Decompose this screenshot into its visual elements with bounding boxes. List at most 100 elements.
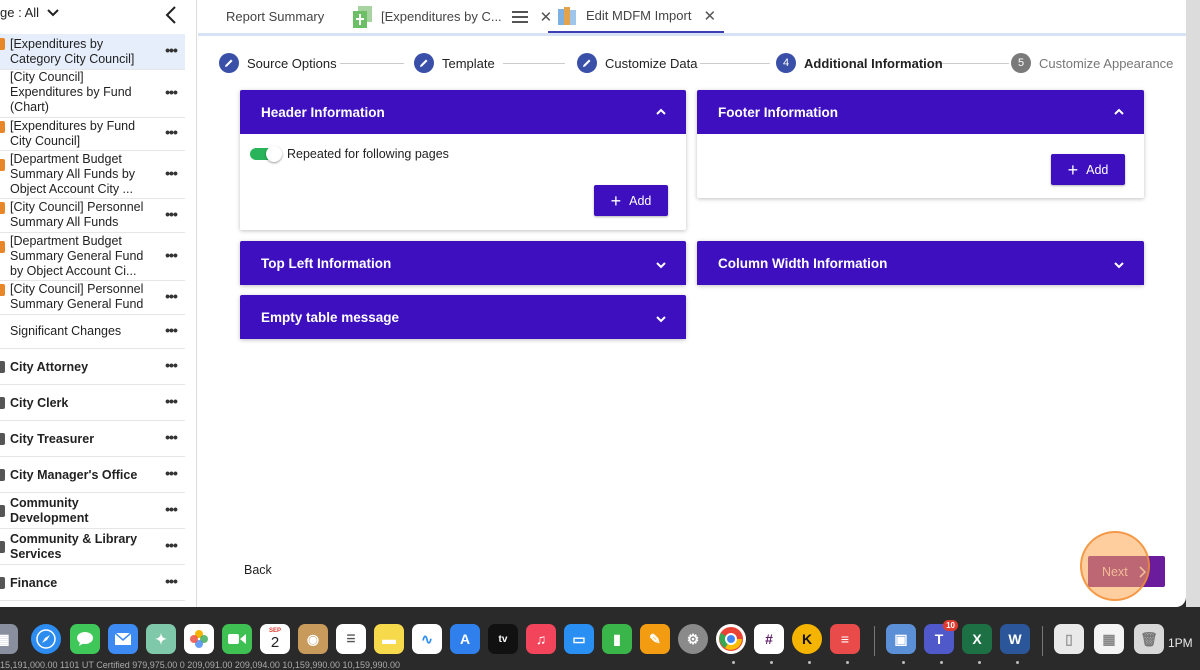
- folder-marker-icon: [0, 396, 5, 409]
- more-options-icon[interactable]: •••: [163, 466, 179, 483]
- back-button[interactable]: Back: [244, 563, 272, 577]
- chevron-down-icon[interactable]: [654, 312, 668, 326]
- tab-edit-mdfm-import[interactable]: Edit MDFM Import ✕: [548, 0, 725, 33]
- more-options-icon[interactable]: •••: [163, 358, 179, 375]
- safari-icon[interactable]: [31, 624, 61, 654]
- step-connector: [340, 63, 404, 64]
- add-header-button[interactable]: + Add: [594, 185, 668, 216]
- calendar-file-icon[interactable]: ▦: [1094, 624, 1124, 654]
- slack-icon[interactable]: #: [754, 624, 784, 654]
- tab-report-summary[interactable]: Report Summary: [226, 0, 324, 33]
- sidebar-item[interactable]: [City Council] Personnel Summary General…: [0, 281, 185, 315]
- step-customize-appearance[interactable]: 5 Customize Appearance: [1011, 53, 1173, 73]
- messages-icon[interactable]: [70, 624, 100, 654]
- document-icon[interactable]: ▯: [1054, 624, 1084, 654]
- chevron-up-icon[interactable]: [654, 105, 668, 119]
- sidebar-item[interactable]: [City Council] Personnel Summary All Fun…: [0, 199, 185, 233]
- more-options-icon[interactable]: •••: [163, 502, 179, 519]
- step-connector: [700, 63, 770, 64]
- pencil-icon: [577, 53, 597, 73]
- sidebar-item[interactable]: [Department Budget Summary General Fund …: [0, 233, 185, 281]
- sidebar-item[interactable]: Community & Library Services •••: [0, 529, 185, 565]
- more-options-icon[interactable]: •••: [163, 125, 179, 142]
- pdf-app-icon[interactable]: ≡: [830, 624, 860, 654]
- next-button[interactable]: Next: [1088, 556, 1165, 587]
- more-options-icon[interactable]: •••: [163, 574, 179, 591]
- preview-icon[interactable]: ▣: [886, 624, 916, 654]
- close-icon[interactable]: ✕: [703, 7, 716, 25]
- step-additional-information[interactable]: 4 Additional Information: [776, 53, 943, 73]
- system-settings-icon[interactable]: ⚙: [678, 624, 708, 654]
- sidebar-item[interactable]: [Department Budget Summary All Funds by …: [0, 151, 185, 199]
- excel-icon[interactable]: X: [962, 624, 992, 654]
- maps-icon[interactable]: ✦: [146, 624, 176, 654]
- keynote-icon[interactable]: ▭: [564, 624, 594, 654]
- page-filter[interactable]: ge : All: [0, 5, 39, 20]
- step-customize-data[interactable]: Customize Data: [577, 53, 697, 73]
- more-options-icon[interactable]: •••: [163, 248, 179, 265]
- report-marker-icon: [0, 241, 5, 253]
- music-icon[interactable]: ♫: [526, 624, 556, 654]
- more-options-icon[interactable]: •••: [163, 289, 179, 306]
- step-template[interactable]: Template: [414, 53, 495, 73]
- sidebar-item[interactable]: Community Development •••: [0, 493, 185, 529]
- chevron-up-icon[interactable]: [1112, 105, 1126, 119]
- sidebar-item[interactable]: City Clerk •••: [0, 385, 185, 421]
- chevron-down-icon[interactable]: [46, 6, 60, 20]
- panel-header[interactable]: Empty table message: [240, 295, 686, 339]
- panel-header[interactable]: Footer Information: [697, 90, 1144, 134]
- more-options-icon[interactable]: •••: [163, 43, 179, 60]
- repeat-toggle[interactable]: [250, 146, 282, 162]
- keeper-icon[interactable]: K: [792, 624, 822, 654]
- sidebar-item[interactable]: City Treasurer •••: [0, 421, 185, 457]
- chrome-icon[interactable]: [716, 624, 746, 654]
- pencil-icon: [219, 53, 239, 73]
- tab-expenditures[interactable]: [Expenditures by C... ✕: [353, 0, 552, 33]
- numbers-icon[interactable]: ▮: [602, 624, 632, 654]
- more-options-icon[interactable]: •••: [163, 538, 179, 555]
- sidebar-item-label: [City Council] Personnel Summary General…: [10, 282, 144, 311]
- step-label: Customize Data: [605, 55, 698, 71]
- mail-icon[interactable]: [108, 624, 138, 654]
- panel-header[interactable]: Column Width Information: [697, 241, 1144, 285]
- facetime-icon[interactable]: [222, 624, 252, 654]
- sidebar-item[interactable]: Finance •••: [0, 565, 185, 601]
- sidebar-item[interactable]: [Expenditures by Fund City Council] •••: [0, 118, 185, 151]
- plus-icon: +: [1067, 159, 1079, 180]
- chevron-down-icon[interactable]: [1112, 258, 1126, 272]
- step-source-options[interactable]: Source Options: [219, 53, 337, 73]
- panel-header[interactable]: Top Left Information: [240, 241, 686, 285]
- sidebar-item[interactable]: City Attorney •••: [0, 349, 185, 385]
- calendar-icon[interactable]: SEP 2: [260, 624, 290, 654]
- more-options-icon[interactable]: •••: [163, 323, 179, 340]
- more-options-icon[interactable]: •••: [163, 430, 179, 447]
- panel-title: Footer Information: [718, 104, 838, 120]
- notes-icon[interactable]: ▬: [374, 624, 404, 654]
- contacts-icon[interactable]: ◉: [298, 624, 328, 654]
- teams-icon[interactable]: T 10: [924, 620, 958, 654]
- sidebar-item[interactable]: Significant Changes •••: [0, 315, 185, 349]
- photos-icon[interactable]: [184, 624, 214, 654]
- collapse-sidebar-icon[interactable]: [162, 5, 180, 25]
- more-options-icon[interactable]: •••: [163, 166, 179, 183]
- launchpad-icon[interactable]: ▦: [0, 624, 18, 654]
- freeform-icon[interactable]: ∿: [412, 624, 442, 654]
- reminders-icon[interactable]: ☰: [336, 624, 366, 654]
- more-options-icon[interactable]: •••: [163, 394, 179, 411]
- sidebar-item[interactable]: City Manager's Office •••: [0, 457, 185, 493]
- chevron-down-icon[interactable]: [654, 258, 668, 272]
- sidebar-item[interactable]: [Expenditures by Category City Council] …: [0, 34, 185, 70]
- add-footer-button[interactable]: + Add: [1051, 154, 1125, 185]
- pages-icon[interactable]: ✎: [640, 624, 670, 654]
- panel-header[interactable]: Header Information: [240, 90, 686, 134]
- step-label: Template: [442, 55, 495, 71]
- more-options-icon[interactable]: •••: [163, 85, 179, 102]
- trash-icon[interactable]: 🗑: [1134, 624, 1164, 654]
- sidebar-item-label: Finance: [10, 576, 58, 590]
- more-options-icon[interactable]: •••: [163, 207, 179, 224]
- menu-icon[interactable]: [511, 10, 528, 23]
- apple-tv-icon[interactable]: tv: [488, 624, 518, 654]
- app-store-icon[interactable]: A: [450, 624, 480, 654]
- sidebar-item[interactable]: [City Council] Expenditures by Fund (Cha…: [0, 70, 185, 118]
- word-icon[interactable]: W: [1000, 624, 1030, 654]
